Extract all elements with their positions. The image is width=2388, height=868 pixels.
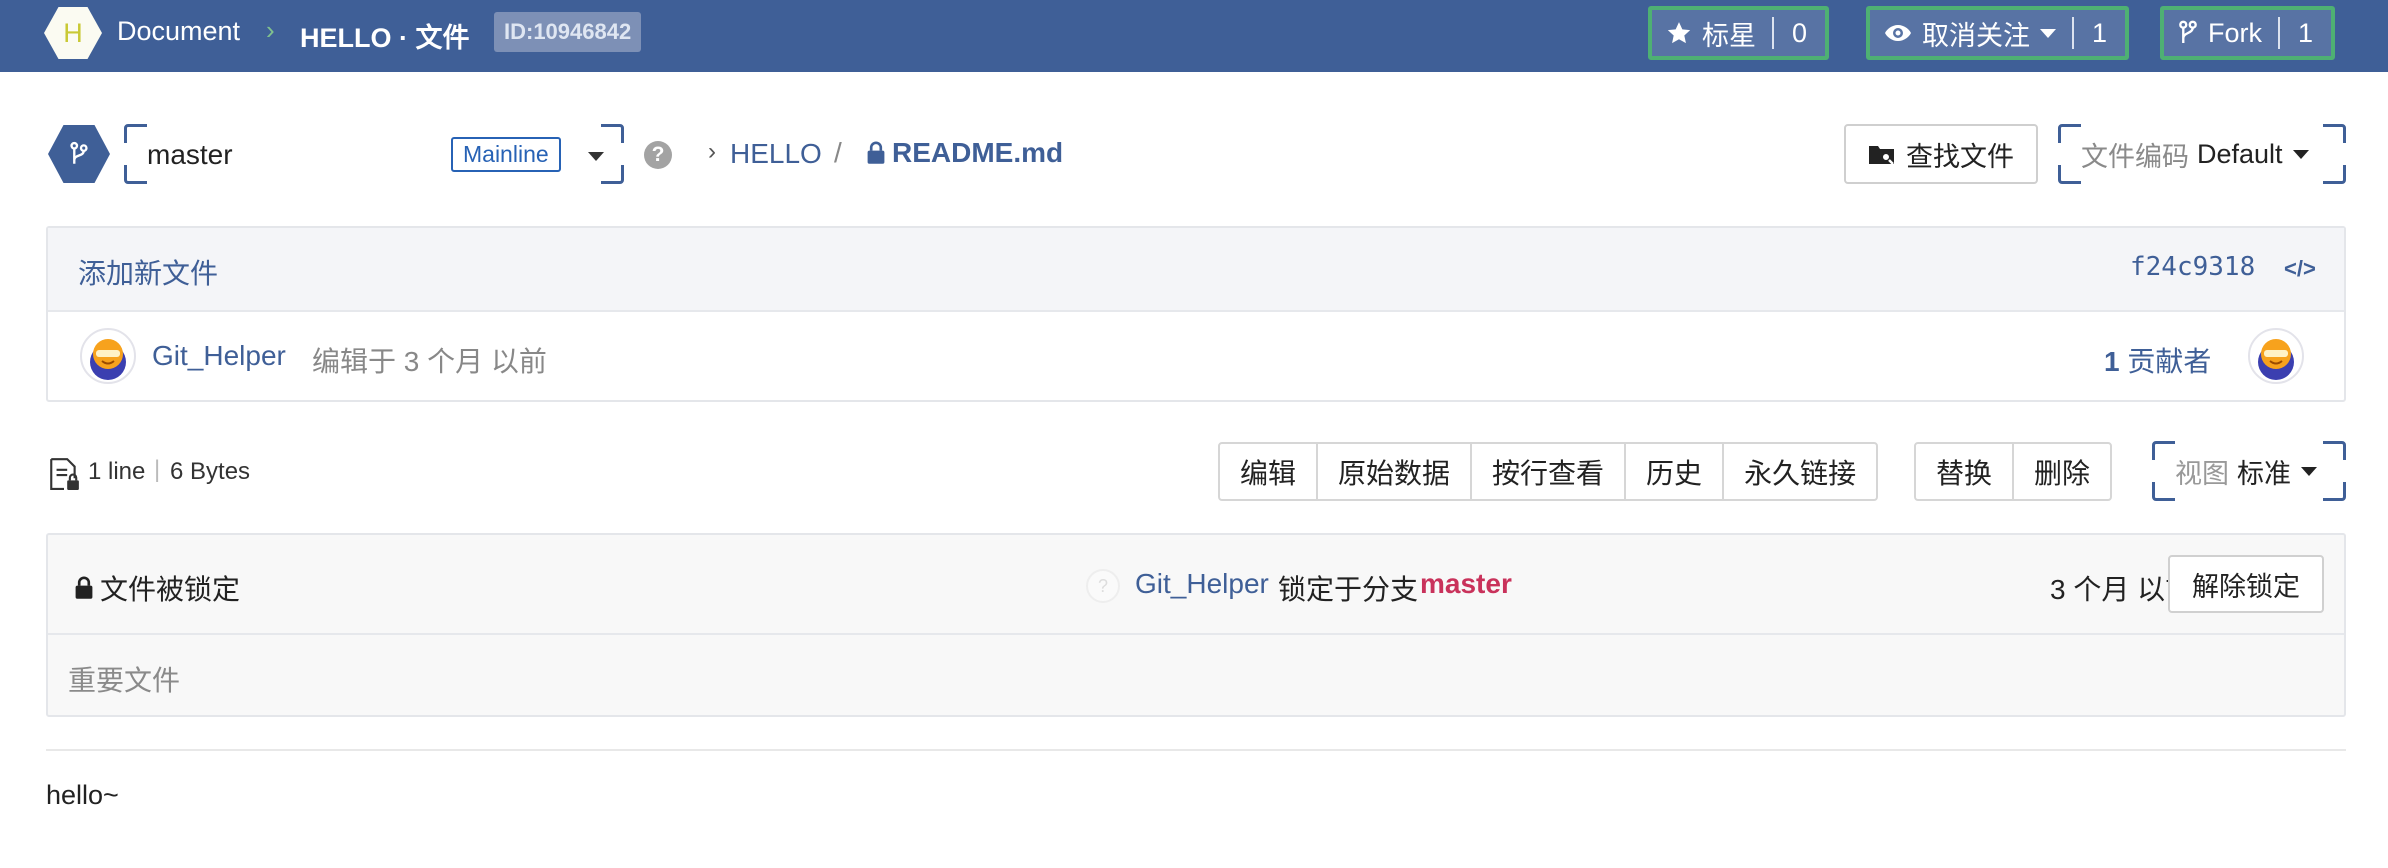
commit-time-text: 编辑于 3 个月 以前 — [312, 346, 547, 377]
path-repo-link[interactable]: HELLO — [730, 138, 822, 170]
blame-button[interactable]: 按行查看 — [1470, 444, 1624, 499]
help-icon[interactable]: ? — [644, 141, 672, 169]
fork-count[interactable]: 1 — [2278, 17, 2331, 49]
branch-name: master — [147, 139, 233, 170]
lock-panel-header: 文件被锁定 ? Git_Helper 锁定于分支 master 3 个月 以前 … — [48, 535, 2344, 635]
file-content: hello~ — [46, 780, 119, 810]
star-count[interactable]: 0 — [1772, 17, 1825, 49]
lock-title: 文件被锁定 — [74, 568, 240, 608]
file-line-count: 1 line — [88, 458, 146, 485]
file-name-text: README.md — [892, 137, 1064, 168]
branch-selector[interactable]: master Mainline — [124, 124, 624, 184]
breadcrumb-repo-title[interactable]: HELLO · 文件 — [300, 16, 470, 55]
commit-panel-header: 添加新文件 f24c9318 </> — [48, 228, 2344, 312]
folder-search-icon — [1869, 146, 1894, 165]
lock-branch-name[interactable]: master — [1420, 568, 1512, 600]
contributors-link[interactable]: 1 贡献者 — [2104, 340, 2211, 380]
mainline-badge: Mainline — [451, 137, 561, 172]
view-mode-dropdown[interactable]: 视图 标准 — [2152, 441, 2346, 501]
file-action-group: 编辑 原始数据 按行查看 历史 永久链接 — [1218, 442, 1879, 501]
lock-description: 锁定于分支 — [1278, 574, 1419, 605]
unlock-button[interactable]: 解除锁定 — [2168, 555, 2324, 613]
contributors-label: 贡献者 — [2127, 346, 2212, 377]
breadcrumb-separator: › — [266, 15, 275, 45]
lock-icon — [867, 141, 885, 164]
find-file-label: 查找文件 — [1906, 141, 2014, 172]
content-divider — [46, 749, 2346, 751]
repo-logo-letter: H — [63, 18, 83, 48]
commit-hash-link[interactable]: f24c9318 — [2130, 252, 2255, 282]
chevron-down-icon — [2301, 466, 2317, 476]
encoding-label: 文件编码 — [2081, 141, 2189, 172]
file-info-divider: | — [154, 456, 161, 483]
lock-note: 重要文件 — [68, 665, 181, 696]
path-file-name: README.md — [866, 137, 1063, 169]
lock-icon — [75, 576, 93, 599]
file-lock-icon — [48, 457, 80, 496]
path-separator: / — [834, 137, 842, 168]
code-icon[interactable]: </> — [2284, 256, 2316, 282]
add-new-file-link[interactable]: 添加新文件 — [78, 252, 218, 292]
commit-author-link[interactable]: Git_Helper — [152, 340, 286, 372]
eye-icon — [1885, 25, 1911, 41]
file-modify-group: 替换 删除 — [1914, 442, 2113, 501]
avatar[interactable] — [2248, 328, 2304, 384]
repo-id-badge: ID:10946842 — [494, 12, 642, 52]
raw-button[interactable]: 原始数据 — [1316, 444, 1470, 499]
watch-button[interactable]: 取消关注 1 — [1866, 6, 2130, 60]
fork-label: Fork — [2208, 17, 2262, 48]
file-lock-panel: 文件被锁定 ? Git_Helper 锁定于分支 master 3 个月 以前 … — [46, 533, 2346, 717]
find-file-button[interactable]: 查找文件 — [1844, 124, 2038, 184]
contributors-count: 1 — [2104, 346, 2120, 377]
star-icon — [1667, 22, 1691, 44]
encoding-dropdown[interactable]: 文件编码 Default — [2058, 124, 2346, 184]
encoding-value: Default — [2197, 138, 2283, 169]
history-button[interactable]: 历史 — [1624, 444, 1722, 499]
fork-button[interactable]: Fork 1 — [2160, 6, 2336, 60]
chevron-down-icon — [588, 152, 604, 161]
lock-user-link[interactable]: Git_Helper — [1135, 568, 1269, 600]
delete-button[interactable]: 删除 — [2012, 444, 2110, 499]
chevron-down-icon — [2292, 149, 2309, 159]
branch-icon — [48, 125, 110, 183]
file-size: 6 Bytes — [170, 458, 251, 485]
permalink-button[interactable]: 永久链接 — [1722, 444, 1876, 499]
watch-label: 取消关注 — [1922, 20, 2030, 51]
chevron-down-icon — [2040, 28, 2056, 38]
top-header-bar: H Document › HELLO · 文件 ID:10946842 标星 0… — [0, 0, 2388, 72]
replace-button[interactable]: 替换 — [1916, 444, 2012, 499]
watch-count[interactable]: 1 — [2072, 17, 2125, 49]
repo-logo[interactable]: H — [44, 7, 102, 59]
edit-button[interactable]: 编辑 — [1220, 444, 1316, 499]
lock-title-text: 文件被锁定 — [100, 574, 241, 605]
star-button[interactable]: 标星 0 — [1648, 6, 1830, 60]
breadcrumb-document[interactable]: Document — [117, 16, 240, 47]
latest-commit-panel: 添加新文件 f24c9318 </> Git_Helper 编辑于 3 个月 以… — [46, 226, 2346, 402]
fork-icon — [2179, 20, 2197, 44]
view-value: 标准 — [2237, 458, 2291, 489]
avatar[interactable]: ? — [1086, 569, 1120, 603]
path-chevron-icon: › — [708, 138, 716, 165]
view-label: 视图 — [2175, 458, 2229, 489]
avatar[interactable] — [80, 328, 136, 384]
star-label: 标星 — [1702, 20, 1756, 51]
